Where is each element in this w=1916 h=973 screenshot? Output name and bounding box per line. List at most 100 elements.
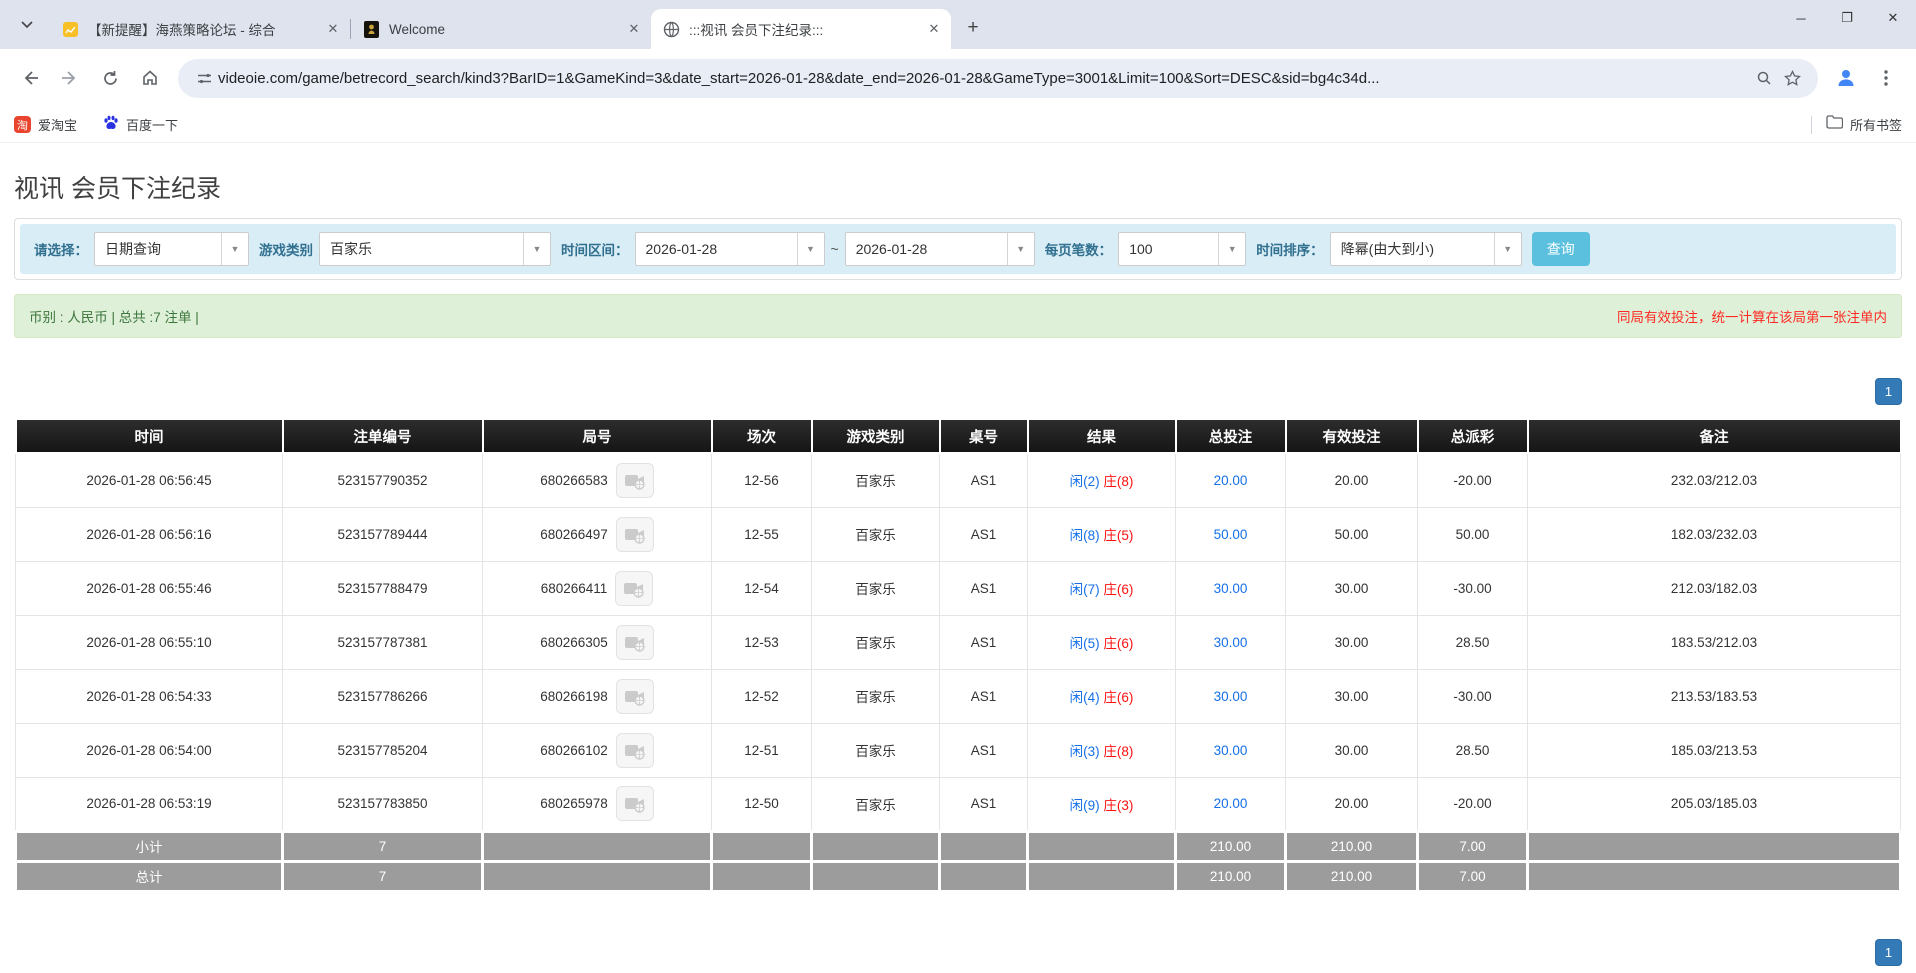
cell-table-number: AS1: [940, 777, 1028, 831]
summary-payout: 7.00: [1418, 831, 1528, 861]
search-icon[interactable]: [1750, 64, 1778, 92]
date-end-dropdown[interactable]: 2026-01-28 ▼: [845, 232, 1035, 266]
summary-empty: [812, 861, 940, 891]
result-player: 闲(7): [1070, 582, 1100, 597]
video-replay-button[interactable]: [615, 571, 653, 606]
forward-button[interactable]: [53, 61, 87, 95]
cell-session: 12-50: [712, 777, 812, 831]
video-replay-button[interactable]: [616, 517, 654, 552]
chevron-down-icon: ▼: [523, 233, 550, 265]
all-bookmarks-label: 所有书签: [1850, 115, 1902, 134]
cell-session: 12-54: [712, 561, 812, 615]
tab-welcome[interactable]: Welcome ✕: [351, 9, 651, 49]
total-bet-link[interactable]: 20.00: [1214, 796, 1248, 811]
total-bet-link[interactable]: 30.00: [1214, 689, 1248, 704]
cell-bet-id: 523157783850: [283, 777, 483, 831]
valid-bet-note: 同局有效投注，统一计算在该局第一张注单内: [1617, 306, 1887, 326]
chevron-down-icon: ▼: [1494, 233, 1521, 265]
game-kind-dropdown[interactable]: 百家乐 ▼: [319, 232, 551, 266]
cell-total-bet: 30.00: [1176, 615, 1286, 669]
round-number: 680265978: [540, 796, 608, 811]
video-replay-button[interactable]: [616, 733, 654, 768]
summary-empty: [483, 861, 712, 891]
total-bet-link[interactable]: 50.00: [1214, 527, 1248, 542]
cell-payout: -30.00: [1418, 561, 1528, 615]
video-camera-icon: [624, 525, 646, 544]
minimize-button[interactable]: ─: [1778, 0, 1824, 36]
address-bar[interactable]: videoie.com/game/betrecord_search/kind3?…: [178, 59, 1818, 98]
result-banker: 庄(3): [1103, 798, 1133, 813]
tab-forum[interactable]: 【新提醒】海燕策略论坛 - 综合 ✕: [50, 9, 350, 49]
back-button[interactable]: [13, 61, 47, 95]
sort-dropdown[interactable]: 降幂(由大到小) ▼: [1330, 232, 1522, 266]
summary-total-bet: 210.00: [1176, 831, 1286, 861]
total-bet-link[interactable]: 20.00: [1214, 473, 1248, 488]
bet-record-row: 2026-01-28 06:56:45523157790352680266583…: [16, 453, 1901, 507]
welcome-favicon: [363, 21, 380, 38]
total-bet-link[interactable]: 30.00: [1214, 635, 1248, 650]
total-bet-link[interactable]: 30.00: [1214, 743, 1248, 758]
cell-round: 680266497: [483, 507, 712, 561]
new-tab-button[interactable]: +: [959, 14, 987, 42]
per-page-dropdown[interactable]: 100 ▼: [1118, 232, 1246, 266]
video-replay-button[interactable]: [616, 679, 654, 714]
cell-total-bet: 30.00: [1176, 561, 1286, 615]
bookmark-star-icon[interactable]: [1778, 64, 1806, 92]
page-1-button[interactable]: 1: [1875, 939, 1902, 966]
cell-payout: -30.00: [1418, 669, 1528, 723]
cell-valid-bet: 30.00: [1286, 561, 1418, 615]
reload-button[interactable]: [93, 61, 127, 95]
total-bet-link[interactable]: 30.00: [1214, 581, 1248, 596]
tab-close-icon[interactable]: ✕: [625, 20, 643, 38]
cell-note: 205.03/185.03: [1528, 777, 1901, 831]
summary-empty: [1028, 831, 1176, 861]
video-replay-button[interactable]: [616, 786, 654, 821]
query-button[interactable]: 查询: [1532, 232, 1590, 266]
date-end-value: 2026-01-28: [846, 233, 1007, 265]
cell-result: 闲(9) 庄(3): [1028, 777, 1176, 831]
video-replay-button[interactable]: [616, 463, 654, 498]
cell-time: 2026-01-28 06:56:45: [16, 453, 283, 507]
summary-empty: [812, 831, 940, 861]
home-button[interactable]: [133, 61, 167, 95]
back-arrow-icon: [21, 69, 39, 87]
per-page-value: 100: [1119, 233, 1218, 265]
all-bookmarks[interactable]: 所有书签: [1811, 115, 1902, 134]
summary-empty: [712, 861, 812, 891]
cell-valid-bet: 30.00: [1286, 615, 1418, 669]
tab-search-button[interactable]: [10, 8, 44, 42]
select-mode-dropdown[interactable]: 日期查询 ▼: [94, 232, 249, 266]
bookmarks-divider: [1811, 116, 1812, 134]
table-header-row: 时间注单编号局号场次游戏类别桌号结果总投注有效投注总派彩备注: [16, 419, 1901, 453]
tab-title: :::视讯 会员下注纪录:::: [689, 19, 925, 39]
cell-round: 680266411: [483, 561, 712, 615]
close-button[interactable]: ✕: [1870, 0, 1916, 36]
maximize-button[interactable]: ❐: [1824, 0, 1870, 36]
cell-total-bet: 30.00: [1176, 723, 1286, 777]
game-kind-value: 百家乐: [320, 233, 523, 265]
cell-note: 213.53/183.53: [1528, 669, 1901, 723]
tab-close-icon[interactable]: ✕: [324, 20, 342, 38]
person-icon: [1835, 67, 1857, 89]
bookmark-taobao[interactable]: 淘 爱淘宝: [14, 115, 77, 134]
browser-tab-strip: 【新提醒】海燕策略论坛 - 综合 ✕ Welcome ✕ :::视讯 会员下注纪…: [0, 0, 1916, 49]
taobao-icon: 淘: [14, 116, 31, 133]
bookmarks-bar: 淘 爱淘宝 百度一下 所有书签: [0, 107, 1916, 143]
url-text[interactable]: videoie.com/game/betrecord_search/kind3?…: [218, 70, 1750, 87]
column-header: 时间: [16, 419, 283, 453]
browser-menu-button[interactable]: [1869, 61, 1903, 95]
profile-avatar[interactable]: [1829, 61, 1863, 95]
tab-close-icon[interactable]: ✕: [925, 20, 943, 38]
cell-round: 680266102: [483, 723, 712, 777]
video-replay-button[interactable]: [616, 625, 654, 660]
date-start-dropdown[interactable]: 2026-01-28 ▼: [635, 232, 825, 266]
page-1-button[interactable]: 1: [1875, 378, 1902, 405]
column-header: 总派彩: [1418, 419, 1528, 453]
site-settings-icon[interactable]: [190, 64, 218, 92]
tab-bet-record[interactable]: :::视讯 会员下注纪录::: ✕: [651, 9, 951, 49]
bookmark-baidu[interactable]: 百度一下: [103, 115, 178, 134]
cell-valid-bet: 50.00: [1286, 507, 1418, 561]
sort-value: 降幂(由大到小): [1331, 233, 1494, 265]
column-header: 场次: [712, 419, 812, 453]
cell-round: 680266583: [483, 453, 712, 507]
